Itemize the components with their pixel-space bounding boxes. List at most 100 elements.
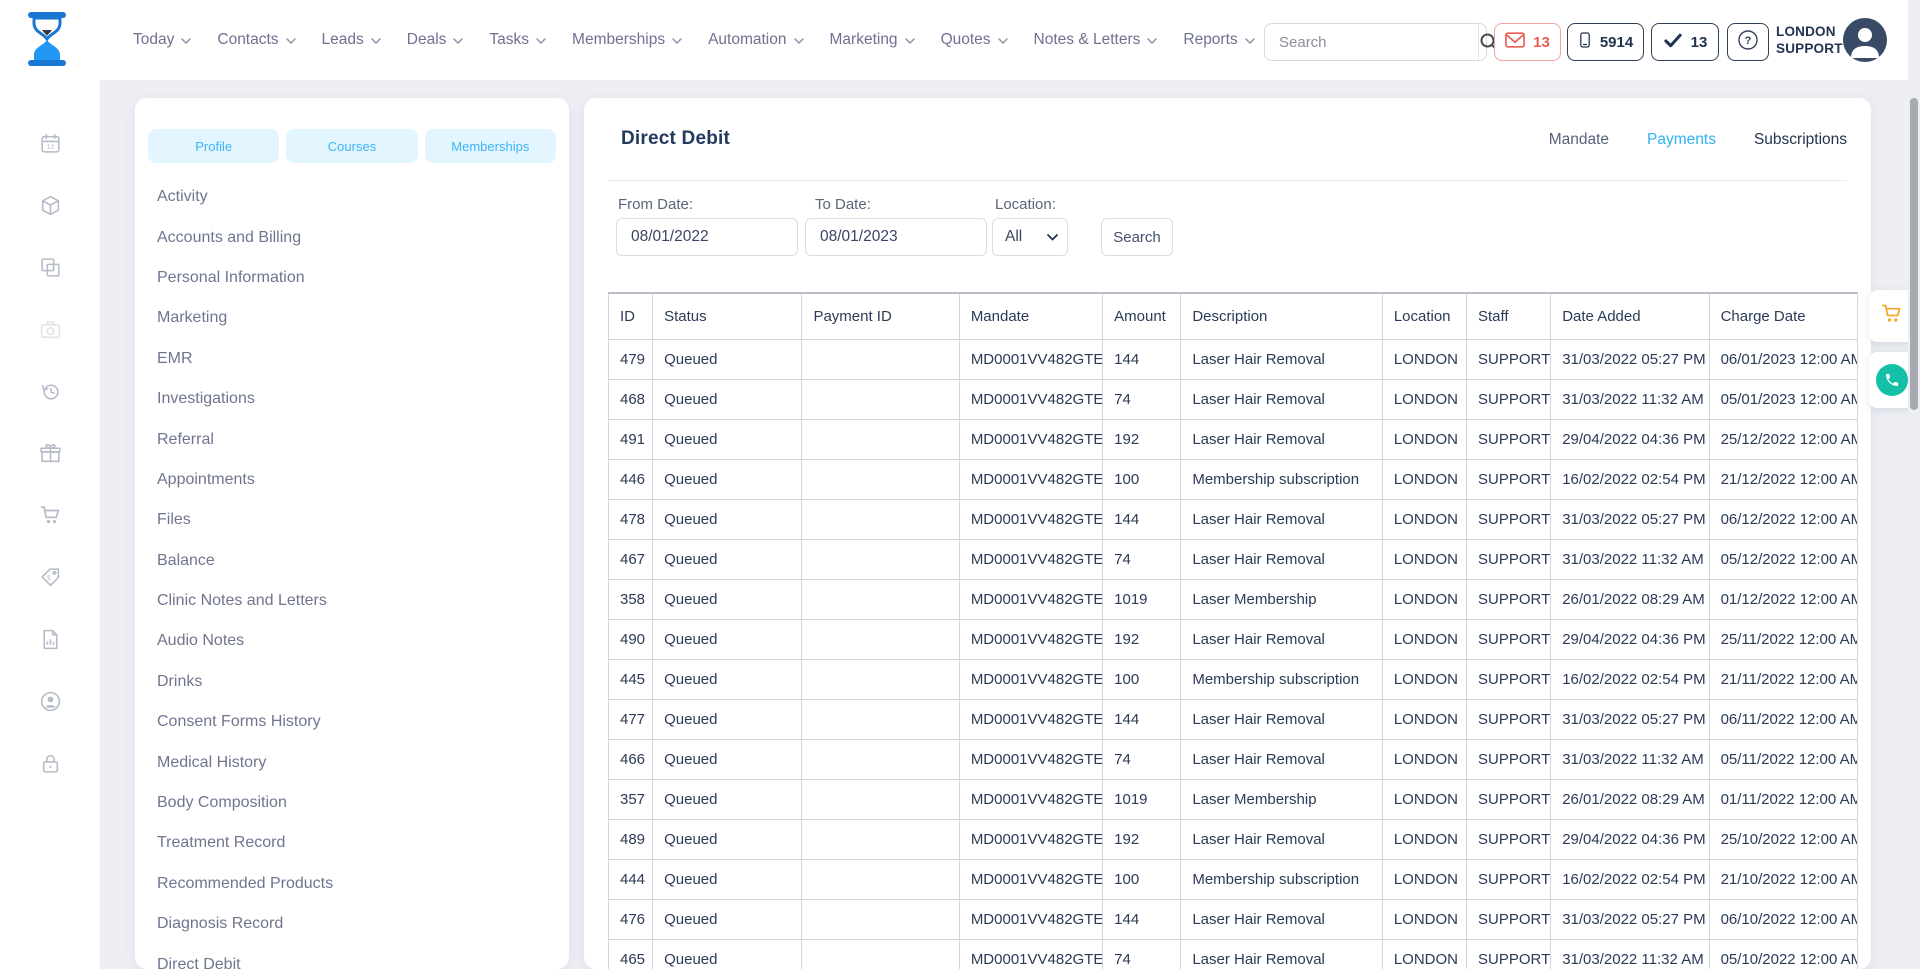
table-cell: 21/11/2022 12:00 AM bbox=[1709, 659, 1857, 699]
table-cell: 144 bbox=[1103, 499, 1181, 539]
from-date-input[interactable] bbox=[616, 218, 798, 256]
table-cell: Laser Hair Removal bbox=[1181, 699, 1382, 739]
table-cell: SUPPORT bbox=[1467, 499, 1551, 539]
table-cell bbox=[802, 499, 959, 539]
table-cell: 31/03/2022 11:32 AM bbox=[1551, 379, 1709, 419]
sidebar-item-treatment-record[interactable]: Treatment Record bbox=[135, 823, 569, 863]
sidebar-item-activity[interactable]: Activity bbox=[135, 177, 569, 217]
table-cell: SUPPORT bbox=[1467, 339, 1551, 379]
app-logo-icon[interactable] bbox=[22, 12, 72, 66]
table-cell: LONDON bbox=[1382, 619, 1466, 659]
profile-tab-memberships[interactable]: Memberships bbox=[425, 129, 556, 163]
sidebar-item-files[interactable]: Files bbox=[135, 500, 569, 540]
column-header-charge-date: Charge Date bbox=[1709, 293, 1857, 339]
nav-item-deals[interactable]: Deals bbox=[407, 31, 464, 49]
table-cell: 21/12/2022 12:00 AM bbox=[1709, 459, 1857, 499]
sidebar-item-drinks[interactable]: Drinks bbox=[135, 662, 569, 702]
profile-tab-profile[interactable]: Profile bbox=[148, 129, 279, 163]
table-cell: MD0001VV482GTE bbox=[959, 859, 1102, 899]
to-date-input[interactable] bbox=[805, 218, 987, 256]
sidebar-item-investigations[interactable]: Investigations bbox=[135, 379, 569, 419]
tab-payments[interactable]: Payments bbox=[1647, 131, 1716, 149]
filter-search-button[interactable]: Search bbox=[1101, 218, 1173, 256]
sidebar-item-body-composition[interactable]: Body Composition bbox=[135, 783, 569, 823]
lock-icon[interactable] bbox=[0, 732, 100, 794]
sidebar-item-balance[interactable]: Balance bbox=[135, 541, 569, 581]
nav-item-tasks[interactable]: Tasks bbox=[489, 31, 546, 49]
table-cell: 100 bbox=[1103, 659, 1181, 699]
help-button[interactable]: ? bbox=[1727, 23, 1769, 61]
table-cell: 31/03/2022 05:27 PM bbox=[1551, 499, 1709, 539]
package-icon[interactable] bbox=[0, 174, 100, 236]
profile-tab-courses[interactable]: Courses bbox=[286, 129, 417, 163]
nav-item-today[interactable]: Today bbox=[133, 31, 191, 49]
nav-item-leads[interactable]: Leads bbox=[322, 31, 381, 49]
sidebar-item-diagnosis-record[interactable]: Diagnosis Record bbox=[135, 904, 569, 944]
table-cell: 466 bbox=[609, 739, 653, 779]
tasks-count: 13 bbox=[1691, 34, 1708, 51]
sidebar-item-appointments[interactable]: Appointments bbox=[135, 460, 569, 500]
table-cell: Laser Hair Removal bbox=[1181, 619, 1382, 659]
tab-mandate[interactable]: Mandate bbox=[1549, 131, 1609, 149]
nav-item-memberships[interactable]: Memberships bbox=[572, 31, 682, 49]
camera-icon[interactable] bbox=[0, 298, 100, 360]
sidebar-item-accounts-and-billing[interactable]: Accounts and Billing bbox=[135, 217, 569, 257]
chevron-down-icon bbox=[371, 38, 381, 44]
sidebar-item-audio-notes[interactable]: Audio Notes bbox=[135, 621, 569, 661]
nav-item-label: Tasks bbox=[489, 31, 529, 49]
nav-item-automation[interactable]: Automation bbox=[708, 31, 803, 49]
cart-icon[interactable] bbox=[0, 484, 100, 546]
table-row: 479QueuedMD0001VV482GTE144Laser Hair Rem… bbox=[609, 339, 1858, 379]
phone-badge[interactable]: 5914 bbox=[1567, 23, 1644, 61]
table-cell bbox=[802, 339, 959, 379]
sidebar-item-recommended-products[interactable]: Recommended Products bbox=[135, 864, 569, 904]
table-cell bbox=[802, 539, 959, 579]
nav-item-notes-letters[interactable]: Notes & Letters bbox=[1034, 31, 1158, 49]
sidebar-item-consent-forms-history[interactable]: Consent Forms History bbox=[135, 702, 569, 742]
page-title: Direct Debit bbox=[621, 128, 730, 150]
scrollbar-thumb[interactable] bbox=[1910, 98, 1918, 410]
tasks-badge[interactable]: 13 bbox=[1651, 23, 1719, 61]
copy-icon[interactable] bbox=[0, 236, 100, 298]
price-tag-icon[interactable]: $ bbox=[0, 546, 100, 608]
location-label: Location: bbox=[995, 196, 1056, 213]
nav-item-contacts[interactable]: Contacts bbox=[217, 31, 295, 49]
nav-item-quotes[interactable]: Quotes bbox=[941, 31, 1008, 49]
table-cell: LONDON bbox=[1382, 739, 1466, 779]
search-input[interactable] bbox=[1265, 24, 1478, 60]
sidebar-item-referral[interactable]: Referral bbox=[135, 419, 569, 459]
report-icon[interactable] bbox=[0, 608, 100, 670]
tab-subscriptions[interactable]: Subscriptions bbox=[1754, 131, 1847, 149]
nav-item-reports[interactable]: Reports bbox=[1183, 31, 1254, 49]
sidebar-item-medical-history[interactable]: Medical History bbox=[135, 742, 569, 782]
shopping-cart-icon bbox=[1880, 302, 1904, 331]
table-cell: 26/01/2022 08:29 AM bbox=[1551, 579, 1709, 619]
table-cell: MD0001VV482GTE bbox=[959, 539, 1102, 579]
sidebar-item-marketing[interactable]: Marketing bbox=[135, 298, 569, 338]
table-cell: 05/01/2023 12:00 AM bbox=[1709, 379, 1857, 419]
user-circle-icon[interactable] bbox=[0, 670, 100, 732]
history-icon[interactable] bbox=[0, 360, 100, 422]
table-cell: SUPPORT bbox=[1467, 859, 1551, 899]
table-cell: SUPPORT bbox=[1467, 899, 1551, 939]
avatar[interactable] bbox=[1843, 18, 1887, 62]
calendar-icon[interactable]: 12 bbox=[0, 112, 100, 174]
table-cell: 05/12/2022 12:00 AM bbox=[1709, 539, 1857, 579]
messages-badge[interactable]: 13 bbox=[1494, 23, 1561, 61]
table-cell: LONDON bbox=[1382, 659, 1466, 699]
sidebar-item-direct-debit[interactable]: Direct Debit bbox=[135, 944, 569, 969]
gift-icon[interactable] bbox=[0, 422, 100, 484]
sidebar-item-emr[interactable]: EMR bbox=[135, 339, 569, 379]
location-select[interactable]: All bbox=[992, 218, 1068, 256]
table-cell: Queued bbox=[653, 699, 802, 739]
column-header-location: Location bbox=[1382, 293, 1466, 339]
table-cell: 491 bbox=[609, 419, 653, 459]
sidebar-item-clinic-notes-and-letters[interactable]: Clinic Notes and Letters bbox=[135, 581, 569, 621]
column-header-date-added: Date Added bbox=[1551, 293, 1709, 339]
nav-item-marketing[interactable]: Marketing bbox=[830, 31, 915, 49]
profile-panel: ProfileCoursesMemberships ActivityAccoun… bbox=[135, 98, 569, 969]
direct-debit-card: Direct Debit Mandate Payments Subscription… bbox=[584, 98, 1871, 969]
table-row: 467QueuedMD0001VV482GTE74Laser Hair Remo… bbox=[609, 539, 1858, 579]
sidebar-item-personal-information[interactable]: Personal Information bbox=[135, 258, 569, 298]
table-cell: 357 bbox=[609, 779, 653, 819]
